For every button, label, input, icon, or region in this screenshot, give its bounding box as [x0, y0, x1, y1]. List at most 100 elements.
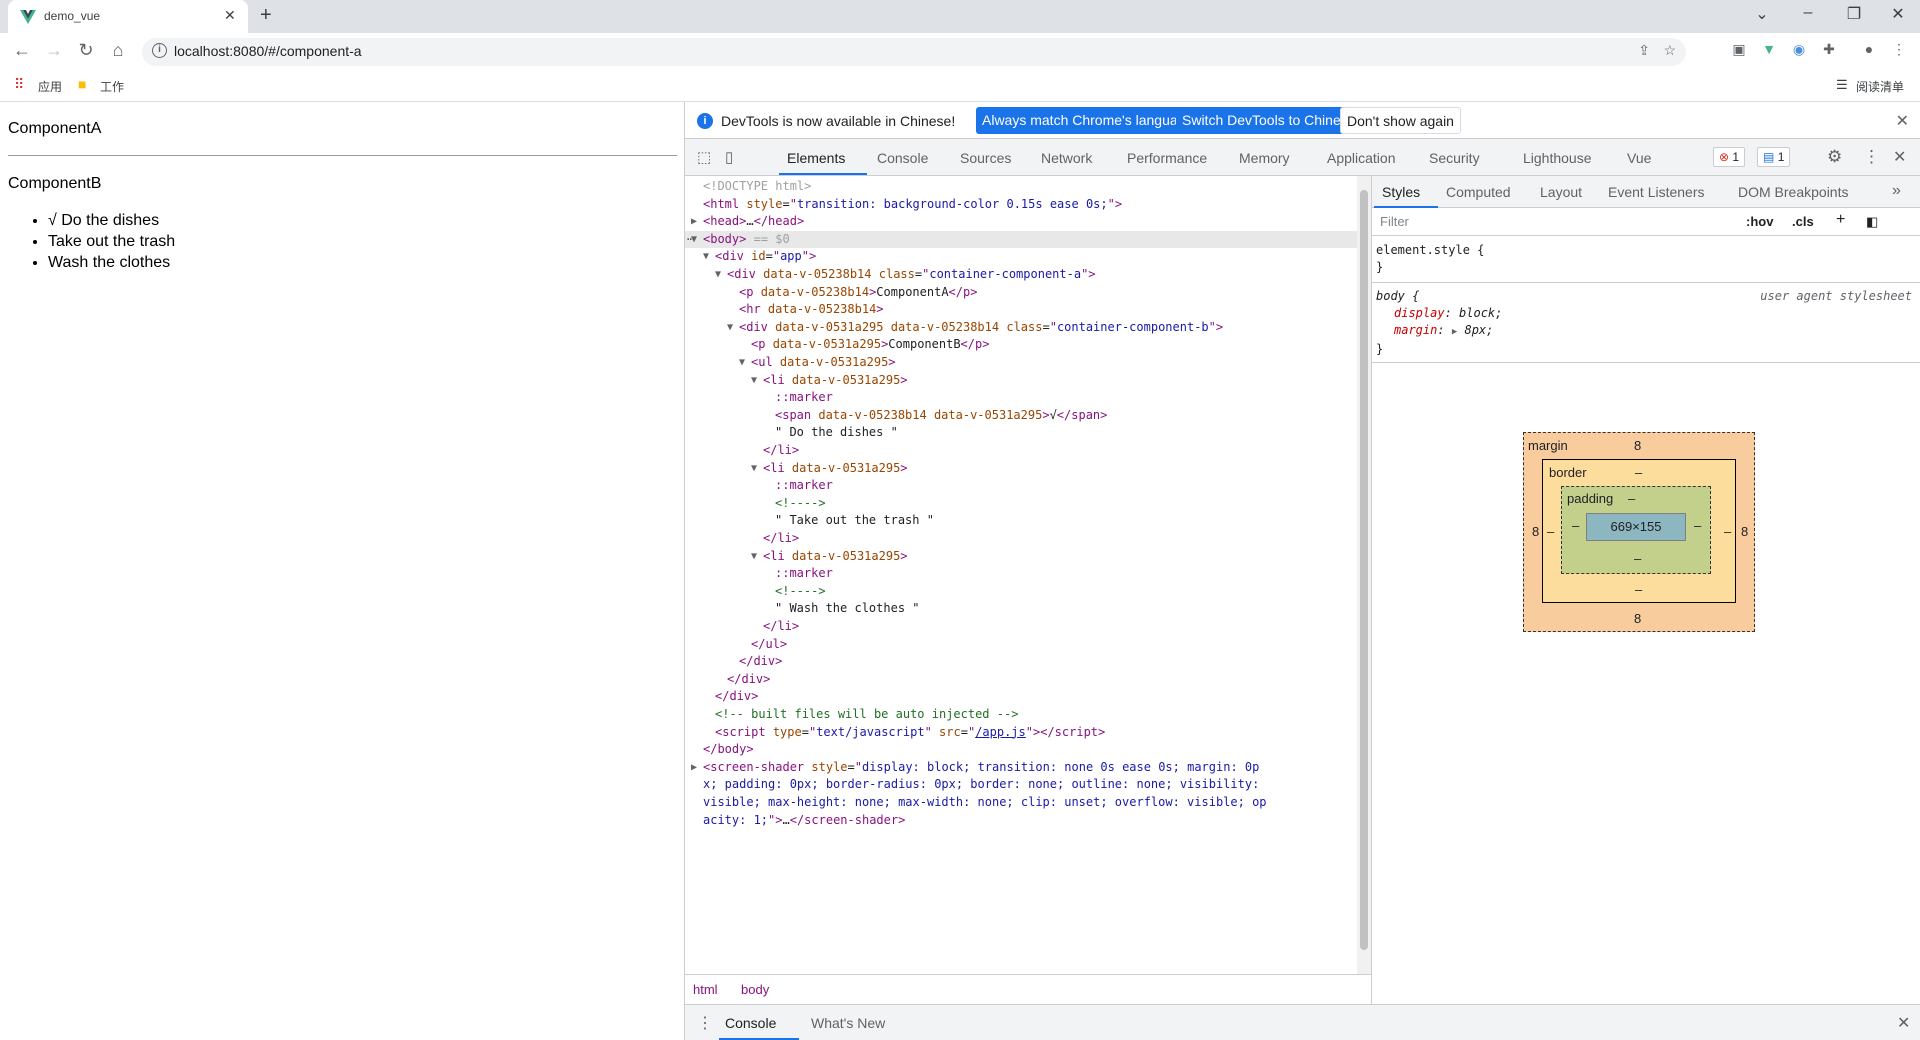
border-left-value[interactable]: –	[1547, 524, 1554, 539]
dom-node-line[interactable]: </body>	[685, 741, 1357, 759]
restore-button[interactable]: ❐	[1840, 4, 1868, 24]
minimize-button[interactable]: –	[1794, 4, 1822, 22]
collapse-triangle-icon[interactable]: ▼	[691, 231, 697, 249]
padding-left-value[interactable]: –	[1572, 518, 1579, 533]
apps-grid-icon[interactable]: ⠿	[14, 76, 24, 93]
tab-performance[interactable]: Performance	[1127, 150, 1207, 166]
dom-node-markup[interactable]: <li data-v-0531a295>	[763, 372, 908, 390]
dom-scrollbar[interactable]	[1357, 176, 1371, 974]
tab-security[interactable]: Security	[1429, 150, 1480, 166]
dom-node-markup[interactable]: <span data-v-05238b14 data-v-0531a295>√<…	[775, 407, 1107, 425]
collapse-triangle-icon[interactable]: ▼	[727, 319, 733, 337]
padding-bottom-value[interactable]: –	[1634, 551, 1641, 566]
dom-node-line[interactable]: </li>	[685, 442, 1357, 460]
settings-gear-icon[interactable]: ⚙	[1827, 147, 1842, 167]
share-icon[interactable]: ⇪	[1638, 42, 1650, 59]
class-toggle[interactable]: .cls	[1792, 214, 1814, 229]
dom-node-line[interactable]: ▶ <screen-shader style="display: block; t…	[685, 759, 1357, 777]
bookmark-star-icon[interactable]: ☆	[1663, 42, 1676, 59]
dom-node-markup[interactable]: </ul>	[751, 636, 787, 654]
css-value[interactable]: 8px	[1464, 323, 1486, 337]
dom-node-markup[interactable]: <screen-shader style="display: block; tr…	[703, 759, 1259, 777]
dom-node-line[interactable]: ▼ <ul data-v-0531a295>	[685, 354, 1357, 372]
box-model-content[interactable]: 669×155	[1586, 513, 1686, 541]
reading-list[interactable]: 阅读清单	[1856, 78, 1904, 95]
back-icon[interactable]: ←	[10, 40, 34, 61]
margin-bottom-value[interactable]: 8	[1634, 611, 1641, 626]
drawer-tab-whats-new[interactable]: What's New	[811, 1015, 885, 1031]
tab-lighthouse[interactable]: Lighthouse	[1523, 150, 1592, 166]
css-property[interactable]: display	[1394, 306, 1445, 320]
dom-node-line[interactable]: ::marker	[685, 565, 1357, 583]
forward-icon[interactable]: →	[42, 40, 66, 61]
dom-node-markup[interactable]: <p data-v-05238b14>ComponentA</p>	[739, 284, 977, 302]
dom-node-markup[interactable]: <!---->	[775, 583, 826, 601]
border-right-value[interactable]: –	[1724, 524, 1731, 539]
collapse-triangle-icon[interactable]: ▼	[751, 372, 757, 390]
border-bottom-value[interactable]: –	[1635, 582, 1642, 597]
close-icon[interactable]: ✕	[1896, 111, 1909, 131]
close-devtools-icon[interactable]: ✕	[1893, 147, 1906, 167]
dom-node-markup[interactable]: acity: 1;">…</screen-shader>	[703, 812, 905, 830]
dom-node-markup[interactable]: <!-- built files will be auto injected -…	[715, 706, 1018, 724]
expand-triangle-icon[interactable]: ▶	[691, 759, 697, 777]
dom-node-markup[interactable]: </li>	[763, 442, 799, 460]
margin-left-value[interactable]: 8	[1532, 524, 1539, 539]
dom-node-markup[interactable]: " Wash the clothes "	[775, 600, 920, 618]
dom-node-line[interactable]: ▼ <div id="app">	[685, 248, 1357, 266]
dom-node-markup[interactable]: <li data-v-0531a295>	[763, 460, 908, 478]
css-property[interactable]: margin	[1394, 323, 1437, 337]
inspect-element-icon[interactable]: ⬚	[697, 148, 711, 166]
dom-node-line[interactable]: </div>	[685, 653, 1357, 671]
home-icon[interactable]: ⌂	[106, 40, 130, 61]
dom-node-line[interactable]: <!DOCTYPE html>	[685, 178, 1357, 196]
dom-node-markup[interactable]: </div>	[727, 671, 770, 689]
dom-node-markup[interactable]: <!DOCTYPE html>	[703, 178, 811, 196]
drawer-tab-console[interactable]: Console	[725, 1015, 776, 1031]
dom-node-markup[interactable]: <li data-v-0531a295>	[763, 548, 908, 566]
body-selector[interactable]: body {	[1376, 289, 1419, 303]
tab-elements[interactable]: Elements	[787, 150, 845, 166]
dom-node-line[interactable]: </div>	[685, 688, 1357, 706]
dom-node-line[interactable]: ▼ <li data-v-0531a295>	[685, 372, 1357, 390]
toggle-sidebar-icon[interactable]: ◧	[1866, 214, 1878, 230]
new-tab-button[interactable]: +	[260, 4, 272, 27]
tab-event-listeners[interactable]: Event Listeners	[1608, 184, 1705, 200]
dom-node-markup[interactable]: x; padding: 0px; border-radius: 0px; bor…	[703, 776, 1259, 794]
address-bar[interactable]: i localhost:8080/#/component-a ⇪ ☆	[142, 38, 1686, 66]
tab-sources[interactable]: Sources	[960, 150, 1011, 166]
drawer-menu-icon[interactable]: ⋮	[697, 1013, 713, 1033]
dom-node-line[interactable]: ::marker	[685, 389, 1357, 407]
dom-node-markup[interactable]: <div data-v-0531a295 data-v-05238b14 cla…	[739, 319, 1223, 337]
dom-node-markup[interactable]: <!---->	[775, 495, 826, 513]
tab-vue[interactable]: Vue	[1627, 150, 1651, 166]
dom-node-line[interactable]: x; padding: 0px; border-radius: 0px; bor…	[685, 776, 1357, 794]
dom-node-line[interactable]: <!---->	[685, 583, 1357, 601]
dom-node-line[interactable]: " Do the dishes "	[685, 424, 1357, 442]
dom-node-line[interactable]: <p data-v-05238b14>ComponentA</p>	[685, 284, 1357, 302]
error-count-badge[interactable]: ⊗ 1	[1713, 147, 1746, 167]
dom-node-line[interactable]: ▼ <div data-v-05238b14 class="container-c…	[685, 266, 1357, 284]
bookmark-work[interactable]: 工作	[100, 78, 124, 95]
dom-node-markup[interactable]: </div>	[715, 688, 758, 706]
dom-node-markup[interactable]: </div>	[739, 653, 782, 671]
dom-node-line[interactable]: ⋯ ▼ <body> == $0	[685, 230, 1357, 249]
dom-node-markup[interactable]: </body>	[703, 741, 754, 759]
collapse-triangle-icon[interactable]: ▼	[715, 266, 721, 284]
box-model-padding[interactable]: padding – – – – 669×155	[1561, 486, 1711, 574]
dom-tree[interactable]: <!DOCTYPE html> <html style="transition: …	[685, 176, 1357, 974]
extension-circle-icon[interactable]: ◉	[1788, 41, 1810, 63]
more-options-icon[interactable]: ⋮	[1863, 147, 1880, 167]
close-drawer-icon[interactable]: ✕	[1897, 1013, 1910, 1033]
message-count-badge[interactable]: ▤ 1	[1757, 147, 1791, 167]
dom-node-line[interactable]: ::marker	[685, 477, 1357, 495]
dom-node-line[interactable]: ▼ <li data-v-0531a295>	[685, 548, 1357, 566]
dom-node-line[interactable]: <!-- built files will be auto injected -…	[685, 706, 1357, 724]
dom-node-markup[interactable]: <body> == $0	[703, 231, 790, 249]
margin-right-value[interactable]: 8	[1741, 524, 1748, 539]
dom-node-markup[interactable]: <div data-v-05238b14 class="container-co…	[727, 266, 1096, 284]
dom-node-markup[interactable]: <div id="app">	[715, 248, 816, 266]
scrollbar-thumb[interactable]	[1360, 190, 1368, 950]
dom-node-line[interactable]: </ul>	[685, 636, 1357, 654]
filter-input[interactable]: Filter	[1376, 211, 1736, 233]
